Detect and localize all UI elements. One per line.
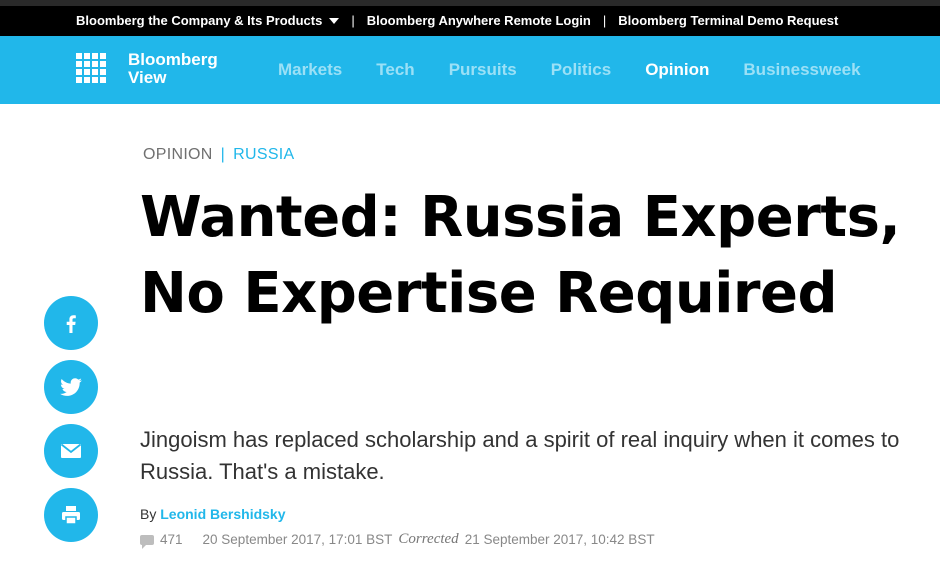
remote-login-link[interactable]: Bloomberg Anywhere Remote Login xyxy=(367,13,591,28)
company-products-menu[interactable]: Bloomberg the Company & Its Products xyxy=(76,12,340,28)
author-link[interactable]: Leonid Bershidsky xyxy=(160,506,285,522)
nav-item-politics[interactable]: Politics xyxy=(551,60,611,80)
company-products-label: Bloomberg the Company & Its Products xyxy=(76,12,323,28)
by-label: By xyxy=(140,506,157,522)
terminal-demo-link[interactable]: Bloomberg Terminal Demo Request xyxy=(618,13,838,28)
nav-item-markets[interactable]: Markets xyxy=(278,60,342,80)
corrected-timestamp: 21 September 2017, 10:42 BST xyxy=(464,532,655,547)
byline: By Leonid Bershidsky xyxy=(140,506,286,522)
topic-link[interactable]: RUSSIA xyxy=(233,146,294,163)
bloomberg-view-logo[interactable]: Bloomberg View xyxy=(128,51,218,87)
article-headline: Wanted: Russia Experts, No Expertise Req… xyxy=(140,185,901,326)
share-print-button[interactable] xyxy=(44,488,98,542)
nav-item-tech[interactable]: Tech xyxy=(376,60,414,80)
email-icon xyxy=(59,439,83,463)
share-twitter-button[interactable] xyxy=(44,360,98,414)
article-meta: 471 20 September 2017, 17:01 BST Correct… xyxy=(140,531,655,549)
nav-item-pursuits[interactable]: Pursuits xyxy=(449,60,517,80)
main-nav: Bloomberg View Markets Tech Pursuits Pol… xyxy=(0,36,940,104)
twitter-icon xyxy=(58,374,84,400)
comment-icon[interactable] xyxy=(140,534,154,549)
nav-item-businessweek[interactable]: Businessweek xyxy=(743,60,860,80)
article-kicker: OPINION | RUSSIA xyxy=(143,146,295,164)
corporate-topbar: Bloomberg the Company & Its Products | B… xyxy=(0,0,940,36)
corrected-label: Corrected xyxy=(398,531,459,547)
nav-item-opinion[interactable]: Opinion xyxy=(645,60,709,80)
facebook-icon xyxy=(59,311,83,335)
kicker-separator: | xyxy=(220,146,226,163)
published-timestamp: 20 September 2017, 17:01 BST xyxy=(202,532,393,547)
chevron-down-icon xyxy=(329,18,340,25)
topbar-separator: | xyxy=(351,12,355,28)
nav-items: Markets Tech Pursuits Politics Opinion B… xyxy=(278,36,895,104)
share-facebook-button[interactable] xyxy=(44,296,98,350)
comment-count[interactable]: 471 xyxy=(160,532,183,547)
print-icon xyxy=(59,503,83,527)
article-dek: Jingoism has replaced scholarship and a … xyxy=(140,427,900,484)
topbar-edge xyxy=(0,0,940,6)
logo-line-2: View xyxy=(128,68,167,87)
bloomberg-logo-grid-icon[interactable] xyxy=(76,53,106,83)
logo-line-1: Bloomberg xyxy=(128,50,218,69)
topbar-separator: | xyxy=(602,12,607,28)
share-email-button[interactable] xyxy=(44,424,98,478)
section-label: OPINION xyxy=(143,146,213,163)
